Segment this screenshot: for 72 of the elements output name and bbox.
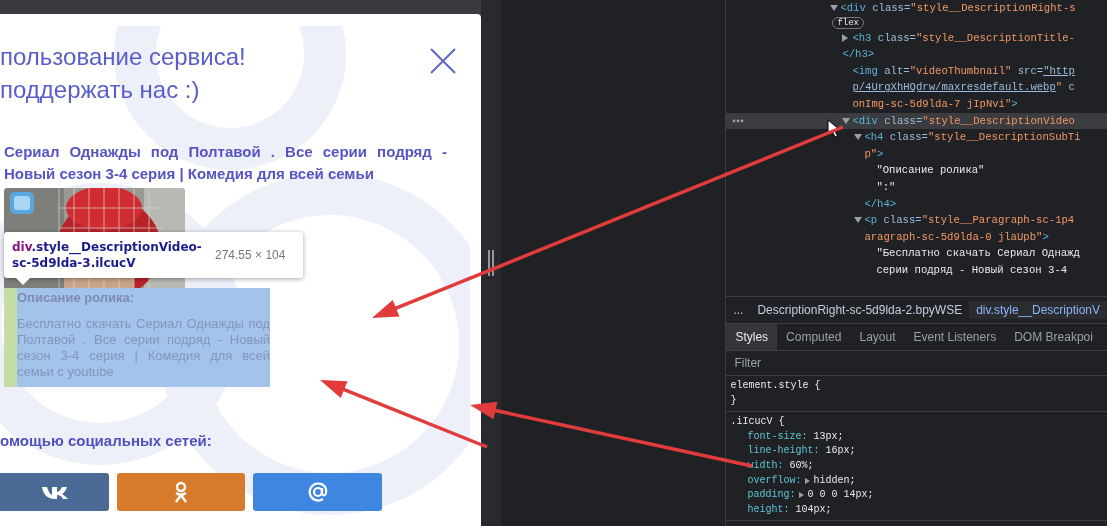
dom-node-row[interactable]: <img alt="videoThumbnail" src="http — [726, 62, 1107, 80]
dom-node-row[interactable]: <p class="style__Paragraph-sc-1p4 — [726, 212, 1107, 229]
property-value[interactable]: 60%; — [789, 458, 814, 474]
element-size: 274.55 × 104 — [215, 247, 286, 264]
dom-node-text[interactable]: </h4> — [864, 195, 897, 213]
expand-caret-icon[interactable] — [854, 217, 863, 224]
dom-node-text[interactable]: <img alt="videoThumbnail" src="http — [852, 62, 1075, 80]
dom-node-text[interactable]: p/4UrgXhHQdrw/maxresdefault.webp" c — [852, 79, 1075, 96]
panel-splitter[interactable] — [481, 0, 502, 526]
vk-logo-icon — [40, 484, 69, 499]
dom-node-text[interactable]: "Бесплатно скачать Сериал Однажд — [876, 245, 1080, 262]
rule-brace: } — [730, 393, 738, 408]
dom-node-row[interactable]: "Бесплатно скачать Сериал Однажд — [726, 245, 1107, 262]
dom-node-row[interactable]: "Описание ролика" — [726, 162, 1107, 179]
ok-share-button[interactable] — [117, 472, 245, 511]
dom-node-text[interactable]: <div class="style__DescriptionVideo — [852, 112, 1075, 130]
property-value[interactable]: 16px; — [825, 444, 856, 459]
panel-tab[interactable]: Event Listeners — [904, 324, 1006, 350]
dom-node-row[interactable]: ":" — [726, 178, 1107, 196]
rule-selector: .iIcucV { — [730, 415, 786, 430]
ok-logo-icon — [174, 480, 188, 503]
expand-caret-icon[interactable] — [799, 492, 805, 499]
share-heading: омощью социальных сетей: — [0, 431, 213, 451]
at-sign-icon — [307, 481, 328, 502]
dom-node-row[interactable]: <div class="style__DescriptionVideo — [726, 112, 1107, 130]
close-button[interactable] — [430, 48, 457, 74]
property-value[interactable]: hidden; — [813, 473, 856, 489]
property-value[interactable]: 0 0 0 14px; — [807, 488, 874, 503]
vk-share-button[interactable] — [0, 472, 109, 511]
rule-selector: element.style { — [730, 379, 822, 393]
dom-node-text[interactable]: ":" — [876, 178, 896, 196]
dom-node-text[interactable]: </h3> — [842, 46, 875, 63]
dom-node-text[interactable]: <p class="style__Paragraph-sc-1p4 — [864, 212, 1075, 229]
dom-node-row[interactable]: <h3 class="style__DescriptionTitle- — [726, 29, 1107, 47]
panel-tab[interactable]: Layout — [850, 324, 905, 350]
description-heading: Описание ролика: — [17, 290, 136, 306]
filter-field[interactable]: Filter — [730, 354, 831, 372]
expand-caret-icon[interactable] — [830, 5, 839, 12]
panel-tab[interactable]: DOM Breakpoi — [1005, 324, 1102, 350]
dialog-title: поддержать нас :) — [0, 75, 201, 105]
element-selector: div.style__DescriptionVideo-sc-5d9lda-3.ilcucV — [12, 239, 203, 271]
dom-node-text[interactable]: <h4 class="style__DescriptionSubTi — [864, 129, 1081, 146]
breadcrumb[interactable]: div.style__DescriptionV — [969, 301, 1107, 319]
expand-caret-icon[interactable] — [805, 477, 811, 484]
breadcrumb-overflow[interactable]: ... — [726, 301, 751, 319]
dom-node-text[interactable]: onImg-sc-5d9lda-7 jIpNvi"> — [852, 95, 1018, 113]
property-value[interactable]: 104px; — [795, 502, 832, 518]
dom-node-row[interactable]: <h4 class="style__DescriptionSubTi — [726, 129, 1107, 146]
dom-node-text[interactable]: aragraph-sc-5d9lda-0 jlaUpb"> — [864, 228, 1049, 246]
property-value[interactable]: 13px; — [813, 429, 844, 445]
dom-node-text[interactable]: серии подряд - Новый сезон 3-4 — [876, 261, 1068, 279]
dom-node-text[interactable]: p"> — [864, 145, 884, 163]
dialog-title: пользование сервиса! — [0, 42, 246, 72]
expand-caret-icon[interactable] — [854, 134, 863, 141]
dom-node-text[interactable]: "Описание ролика" — [876, 162, 985, 179]
property-name[interactable]: font-size: — [747, 429, 808, 445]
video-title-link[interactable]: Сериал Однажды под Полтавой . Все серии подряд - Новый сезон 3-4 серия | Комедия для всей семьи — [4, 141, 447, 185]
property-name[interactable]: line-height: — [747, 444, 820, 459]
mail-share-button[interactable] — [253, 472, 382, 511]
more-icon[interactable] — [732, 118, 745, 123]
cursor-icon — [827, 119, 841, 138]
property-name[interactable]: height: — [747, 502, 790, 518]
dom-node-text[interactable]: <h3 class="style__DescriptionTitle- — [852, 29, 1075, 47]
panel-tab[interactable]: Computed — [777, 324, 851, 350]
property-name[interactable]: padding: — [747, 488, 796, 503]
panel-tab[interactable]: Styles — [726, 324, 778, 350]
dom-node-text[interactable]: <div class="style__DescriptionRight-s — [840, 0, 1076, 17]
property-name[interactable]: overflow: — [747, 473, 802, 489]
expand-caret-icon[interactable] — [842, 33, 849, 42]
dom-node-row[interactable]: <div class="style__DescriptionRight-s — [726, 0, 1107, 17]
breadcrumb[interactable]: DescriptionRight-sc-5d9lda-2.bpyWSE — [750, 301, 970, 319]
drag-handle-icon[interactable] — [488, 250, 495, 276]
